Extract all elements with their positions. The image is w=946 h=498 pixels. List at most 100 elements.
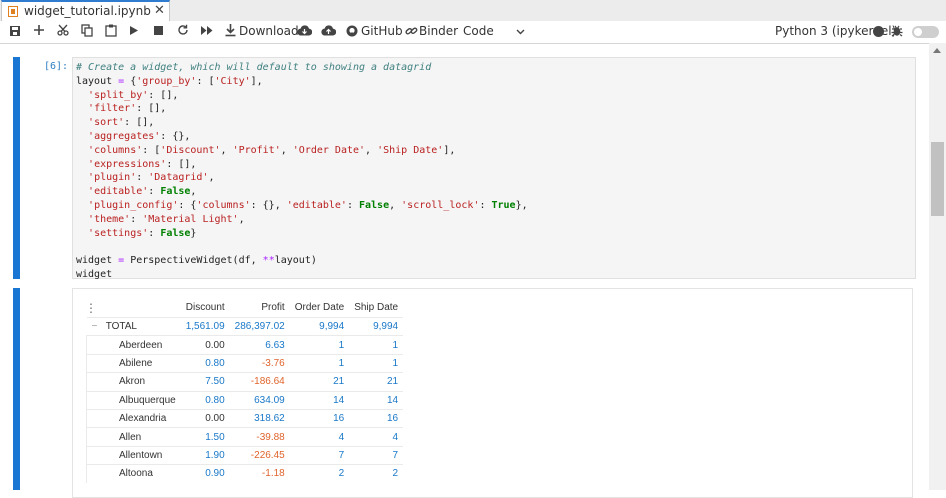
run-all-button[interactable] [201,26,213,42]
profit-cell: -226.45 [229,445,290,465]
bug-icon [891,25,903,37]
copy-icon [81,24,93,37]
play-icon [130,26,138,35]
total-row[interactable]: − TOTAL 1,561.09 286,397.02 9,994 9,994 [86,316,404,336]
ship-date-cell: 21 [349,372,404,392]
collapse-toggle[interactable]: − [92,321,98,332]
fast-forward-icon [201,26,213,35]
group-by-header [87,298,181,318]
restart-button[interactable] [177,24,189,40]
run-button[interactable] [129,25,139,41]
ship-date-cell: 1 [349,335,404,355]
stop-button[interactable] [154,26,163,42]
column-header[interactable]: Order Date [290,298,349,318]
profit-cell: -3.76 [229,353,290,373]
total-ship-date: 9,994 [349,316,404,336]
cloud-upload-button[interactable] [321,25,336,41]
cloud-upload-icon [321,25,336,36]
profit-cell: -1.18 [229,464,290,483]
scroll-up-icon[interactable] [933,48,941,53]
profit-cell: 634.09 [229,390,290,410]
ship-date-cell: 7 [349,445,404,465]
city-cell: Abilene [85,353,181,373]
table-row[interactable]: Akron 7.50 -186.64 21 21 [85,372,404,392]
table-row[interactable]: Altoona 0.90 -1.18 2 2 [85,464,404,483]
vertical-scrollbar[interactable] [929,43,946,490]
discount-cell: 0.80 [180,390,230,410]
order-date-cell: 16 [289,408,350,428]
table-row[interactable]: Albuquerque 0.80 634.09 14 14 [85,390,404,410]
cell-type-select[interactable]: Code [463,23,525,39]
city-cell: Allen [85,427,181,447]
total-order-date: 9,994 [289,316,350,336]
paste-icon [105,24,117,37]
profit-cell: -39.88 [229,427,290,447]
active-cell-indicator[interactable] [13,57,20,279]
column-header[interactable]: Ship Date [349,298,403,318]
table-row[interactable]: Abilene 0.80 -3.76 1 1 [85,353,404,373]
add-cell-button[interactable] [33,24,45,40]
table-row[interactable]: Alexandria 0.00 318.62 16 16 [85,408,404,428]
city-cell: Altoona [85,464,181,483]
copy-button[interactable] [81,24,93,40]
table-row[interactable]: Allen 1.50 -39.88 4 4 [85,427,404,447]
close-icon[interactable]: ✕ [154,3,165,18]
code-content[interactable]: # Create a widget, which will default to… [76,61,528,282]
order-date-cell: 1 [289,353,350,373]
scissors-icon [57,24,69,36]
discount-cell: 0.80 [180,353,230,373]
restart-icon [178,24,188,35]
output-cell-indicator[interactable] [13,288,20,490]
discount-cell: 1.50 [180,427,230,447]
ship-date-cell: 2 [349,464,404,483]
paste-button[interactable] [105,24,117,40]
save-button[interactable] [9,25,21,41]
code-editor[interactable]: # Create a widget, which will default to… [72,57,916,282]
notebook-tab[interactable]: widget_tutorial.ipynb ✕ [1,0,170,21]
plus-icon [34,25,44,35]
discount-cell: 1.90 [180,445,230,465]
city-cell: Allentown [85,445,181,465]
city-cell: Alexandria [85,408,181,428]
ship-date-cell: 4 [349,427,404,447]
tab-bar: widget_tutorial.ipynb ✕ [0,0,946,22]
ship-date-cell: 14 [349,390,404,410]
total-discount: 1,561.09 [180,316,230,336]
discount-cell: 0.00 [180,408,230,428]
kernel-status-icon [873,26,884,37]
download-icon [225,24,236,37]
stop-icon [154,26,163,35]
total-cell: − TOTAL [86,316,181,336]
github-icon [346,25,358,37]
discount-cell: 0.90 [180,464,230,483]
column-header[interactable]: Profit [230,298,290,318]
city-cell: Akron [85,372,181,392]
binder-label: Binder [419,24,459,38]
order-date-cell: 7 [289,445,350,465]
ship-date-cell: 16 [349,408,404,428]
city-cell: Aberdeen [85,335,181,355]
execution-prompt: [6]: [44,61,69,72]
scrollbar-thumb[interactable] [931,142,944,216]
debugger-button[interactable] [891,24,903,40]
grid-header-row: Discount Profit Order Date Ship Date [87,298,404,318]
order-date-cell: 14 [289,390,350,410]
datagrid[interactable]: Discount Profit Order Date Ship Date − T… [85,298,404,483]
column-header[interactable]: Discount [181,298,230,318]
profit-cell: 6.63 [229,335,290,355]
order-date-cell: 21 [289,372,350,392]
order-date-cell: 2 [289,464,350,483]
link-icon [405,27,418,35]
city-cell: Albuquerque [85,390,181,410]
debugger-toggle[interactable] [912,26,939,38]
github-label: GitHub [361,24,403,38]
cut-button[interactable] [57,24,69,40]
cloud-download-button[interactable] [297,25,312,41]
discount-cell: 0.00 [180,335,230,355]
table-row[interactable]: Allentown 1.90 -226.45 7 7 [85,445,404,465]
order-date-cell: 4 [289,427,350,447]
save-icon [10,26,20,36]
table-row[interactable]: Aberdeen 0.00 6.63 1 1 [85,335,404,355]
order-date-cell: 1 [289,335,350,355]
profit-cell: -186.64 [229,372,290,392]
